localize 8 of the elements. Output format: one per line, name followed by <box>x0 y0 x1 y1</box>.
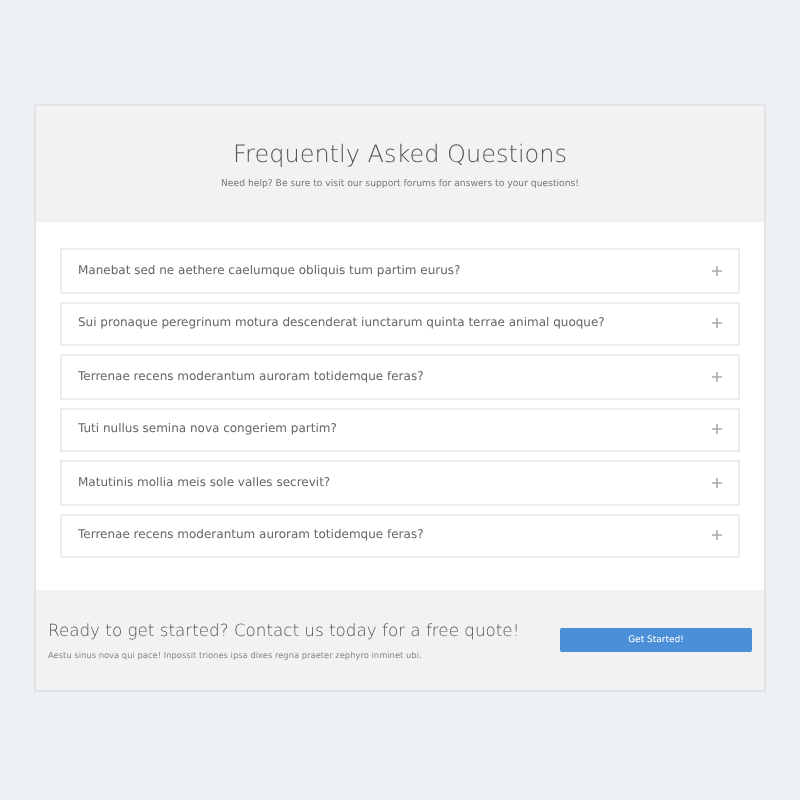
faq-title: Frequently Asked Questions <box>233 139 567 167</box>
cta-title: Ready to get started? Contact us today for a free quote! <box>48 620 520 640</box>
plus-icon <box>712 424 722 435</box>
plus-icon <box>712 371 722 382</box>
plus-icon <box>712 318 722 329</box>
plus-icon <box>712 530 722 541</box>
plus-icon <box>712 477 722 488</box>
plus-icon <box>712 265 722 276</box>
